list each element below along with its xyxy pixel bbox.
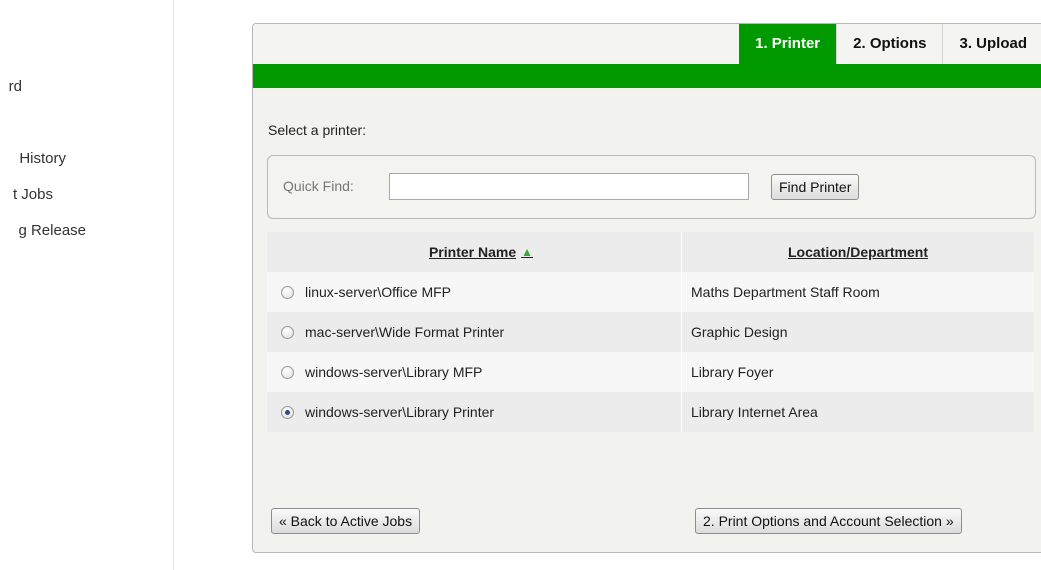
table-row[interactable]: mac-server\Wide Format Printer Graphic D… xyxy=(267,312,1034,352)
printer-name-cell: windows-server\Library MFP xyxy=(267,352,682,392)
table-row[interactable]: windows-server\Library Printer Library I… xyxy=(267,392,1034,432)
printer-name-cell: mac-server\Wide Format Printer xyxy=(267,312,682,352)
column-header-location[interactable]: Location/Department xyxy=(682,232,1034,272)
printer-name: linux-server\Office MFP xyxy=(305,284,451,300)
table-row[interactable]: linux-server\Office MFP Maths Department… xyxy=(267,272,1034,312)
printer-radio[interactable] xyxy=(281,325,294,339)
table-row[interactable]: windows-server\Library MFP Library Foyer xyxy=(267,352,1034,392)
select-printer-prompt: Select a printer: xyxy=(268,122,367,138)
sidebar: rd History t Jobs g Release xyxy=(0,0,174,570)
column-header-label: Location/Department xyxy=(787,244,928,260)
printer-table: Printer Name ▲ Location/Department linux… xyxy=(267,232,1034,432)
quick-find-box: Quick Find: Find Printer xyxy=(267,155,1036,219)
location-cell: Maths Department Staff Room xyxy=(682,272,1034,312)
tab-printer[interactable]: 1. Printer xyxy=(739,24,837,64)
sidebar-item-jobs[interactable]: t Jobs xyxy=(0,186,53,206)
quick-find-label: Quick Find: xyxy=(283,178,354,194)
sort-ascending-icon: ▲ xyxy=(521,245,534,259)
column-header-printer-name[interactable]: Printer Name ▲ xyxy=(267,232,682,272)
printer-name: windows-server\Library MFP xyxy=(305,364,483,380)
quick-find-input[interactable] xyxy=(389,173,749,200)
location-cell: Graphic Design xyxy=(682,312,1034,352)
sidebar-item-release[interactable]: g Release xyxy=(0,222,86,242)
print-wizard-panel: 1. Printer 2. Options 3. Upload Select a… xyxy=(252,23,1041,553)
sidebar-item-label: t Jobs xyxy=(12,186,53,203)
print-options-next-button[interactable]: 2. Print Options and Account Selection » xyxy=(695,508,962,534)
printer-name-cell: windows-server\Library Printer xyxy=(267,392,682,432)
printer-name-cell: linux-server\Office MFP xyxy=(267,272,682,312)
printer-radio[interactable] xyxy=(281,285,294,299)
sidebar-item-label: g Release xyxy=(18,222,86,239)
printer-radio-selected[interactable] xyxy=(281,405,294,419)
accent-bar xyxy=(253,64,1041,88)
printer-radio[interactable] xyxy=(281,365,294,379)
printer-name: windows-server\Library Printer xyxy=(305,404,495,420)
tab-upload[interactable]: 3. Upload xyxy=(942,24,1041,64)
table-header-row: Printer Name ▲ Location/Department xyxy=(267,232,1034,272)
sidebar-item-label: History xyxy=(19,150,66,167)
sidebar-item-dashboard[interactable]: rd xyxy=(0,78,22,98)
location-cell: Library Internet Area xyxy=(682,392,1034,432)
back-to-active-jobs-button[interactable]: « Back to Active Jobs xyxy=(271,508,421,534)
tab-options[interactable]: 2. Options xyxy=(836,24,943,64)
sidebar-item-history[interactable]: History xyxy=(0,150,66,170)
wizard-steps: 1. Printer 2. Options 3. Upload xyxy=(739,24,1041,64)
find-printer-button[interactable]: Find Printer xyxy=(771,174,860,200)
column-header-label: Printer Name xyxy=(428,244,517,260)
printer-name: mac-server\Wide Format Printer xyxy=(305,324,505,340)
sidebar-item-label: rd xyxy=(8,78,22,95)
location-cell: Library Foyer xyxy=(682,352,1034,392)
